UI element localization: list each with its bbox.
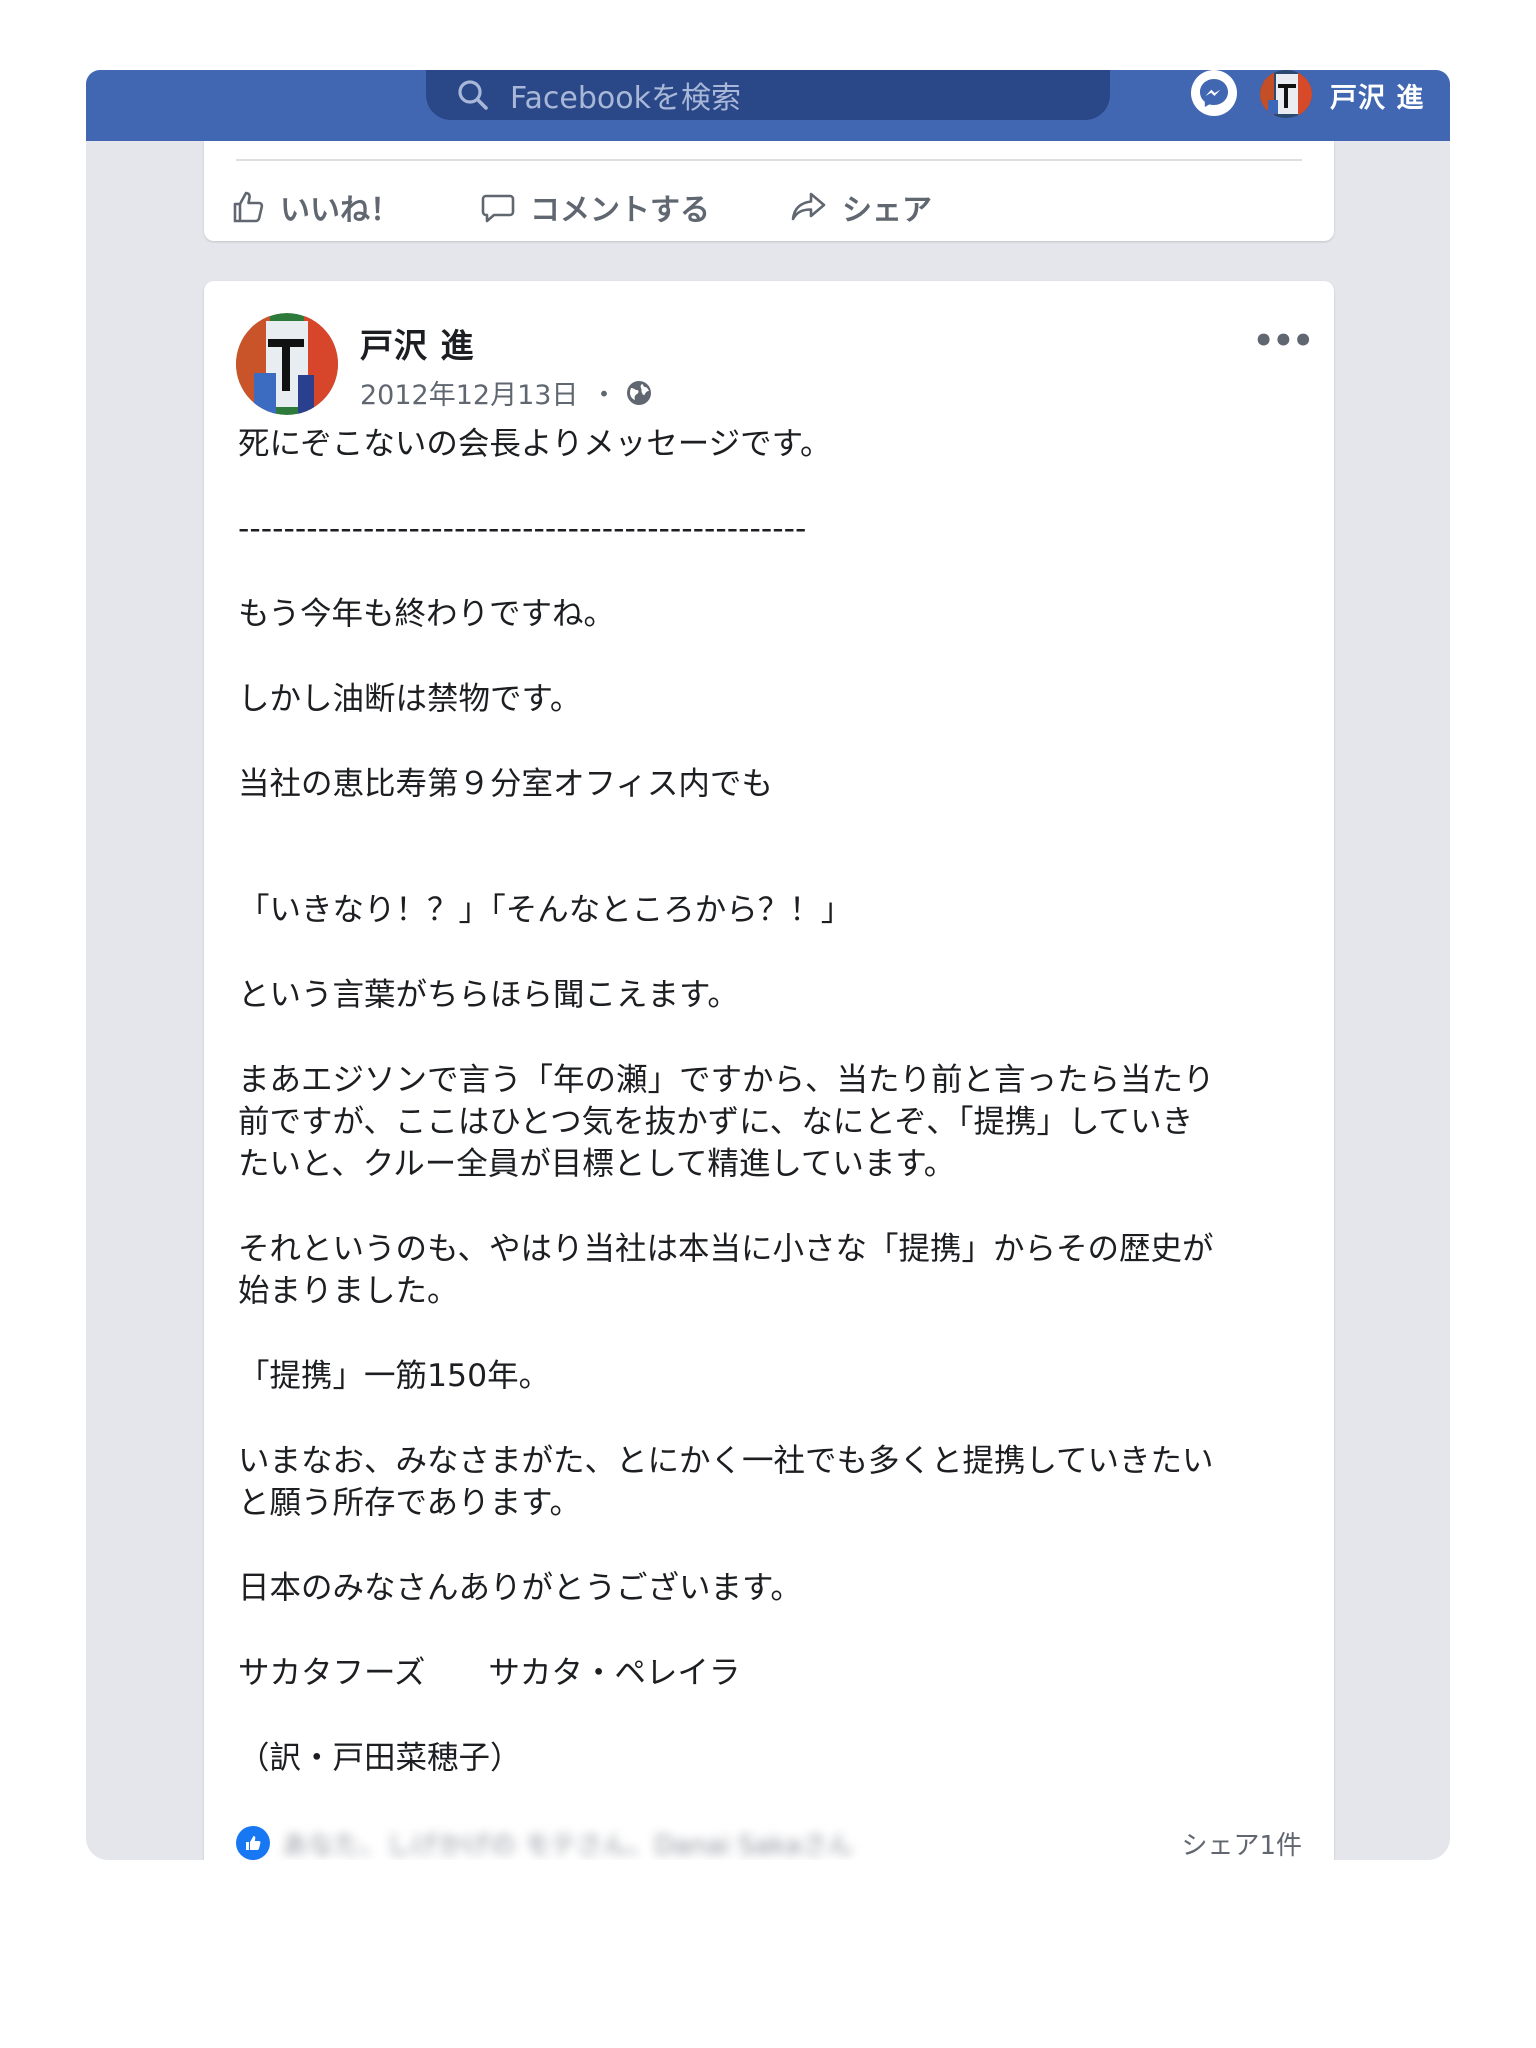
like-label: いいね！ bbox=[280, 193, 400, 228]
globe-icon bbox=[627, 380, 652, 405]
search-bar[interactable]: Facebookを検索 bbox=[426, 70, 1110, 120]
like-reaction-icon[interactable] bbox=[236, 1826, 270, 1860]
post-line: 「いきなり！？」「そんなところから？！」 bbox=[238, 892, 853, 928]
like-button[interactable]: いいね！ bbox=[230, 185, 480, 229]
post-line: という言葉がちらほら聞こえます。 bbox=[238, 977, 739, 1013]
search-placeholder: Facebookを検索 bbox=[510, 81, 741, 116]
search-icon bbox=[456, 78, 490, 112]
share-count[interactable]: シェア1件 bbox=[1181, 1825, 1302, 1861]
comment-icon bbox=[481, 194, 515, 223]
share-label: シェア bbox=[842, 193, 932, 228]
meta-separator: ・ bbox=[590, 380, 618, 411]
top-navigation-bar: Facebookを検索 戸沢 進 bbox=[86, 70, 1450, 141]
post-line: （訳・戸田菜穂子） bbox=[238, 1740, 522, 1776]
post-line: 「提携」一筋150年。 bbox=[238, 1358, 551, 1394]
post-line: と願う所存であります。 bbox=[238, 1485, 582, 1521]
post-line: しかし油断は禁物です。 bbox=[238, 681, 582, 717]
post-line: 当社の恵比寿第９分室オフィス内でも bbox=[238, 766, 773, 802]
post-card: 戸沢 進 2012年12月13日 ・ ••• 死にぞこないの会長よりメッセージで… bbox=[204, 281, 1334, 1860]
thumbs-up-icon bbox=[233, 191, 264, 223]
browser-frame: Facebookを検索 戸沢 進 いいね！ コメントする シェア 戸沢 進 20… bbox=[86, 70, 1450, 1860]
post-line: いまなお、みなさまがた、とにかく一社でも多くと提携していきたい bbox=[238, 1443, 1214, 1479]
post-line: 日本のみなさんありがとうございます。 bbox=[238, 1570, 802, 1606]
post-footer: あなた、しげかげの モテさん、Danai Sakaさん シェア1件 bbox=[236, 1821, 1302, 1860]
author-avatar[interactable] bbox=[236, 313, 338, 415]
post-line: ----------------------------------------… bbox=[238, 511, 807, 547]
profile-avatar[interactable] bbox=[1260, 70, 1312, 118]
post-actions: いいね！ コメントする シェア bbox=[230, 179, 932, 235]
share-button[interactable]: シェア bbox=[790, 185, 932, 229]
post-line: 死にぞこないの会長よりメッセージです。 bbox=[238, 426, 832, 462]
post-line: 始まりました。 bbox=[238, 1273, 459, 1309]
post-line: 前ですが、ここはひとつ気を抜かずに、なにとぞ、「提携」していき bbox=[238, 1104, 1194, 1140]
post-date[interactable]: 2012年12月13日 bbox=[360, 373, 578, 412]
post-line: それというのも、やはり当社は本当に小さな「提携」からその歴史が bbox=[238, 1231, 1214, 1267]
divider bbox=[236, 159, 1302, 161]
comment-label: コメントする bbox=[530, 193, 710, 228]
reactors-list[interactable]: あなた、しげかげの モテさん、Danai Sakaさん bbox=[282, 1825, 853, 1861]
post-line: まあエジソンで言う「年の瀬」ですから、当たり前と言ったら当たり bbox=[238, 1062, 1215, 1098]
post-author[interactable]: 戸沢 進 bbox=[360, 319, 475, 367]
post-meta: 2012年12月13日 ・ bbox=[360, 373, 653, 412]
post-line: サカタフーズ サカタ・ペレイラ bbox=[238, 1655, 741, 1691]
comment-button[interactable]: コメントする bbox=[480, 185, 790, 229]
profile-name[interactable]: 戸沢 進 bbox=[1330, 76, 1424, 115]
post-body: 死にぞこないの会長よりメッセージです。 --------------------… bbox=[238, 423, 1318, 1779]
messenger-icon[interactable] bbox=[1191, 70, 1237, 116]
more-options-icon[interactable]: ••• bbox=[1253, 321, 1314, 361]
post-line: たいと、クルー全員が目標として精進しています。 bbox=[238, 1146, 956, 1182]
previous-post-card: いいね！ コメントする シェア bbox=[204, 141, 1334, 241]
post-line: もう今年も終わりですね。 bbox=[238, 596, 616, 632]
share-icon bbox=[791, 192, 826, 221]
